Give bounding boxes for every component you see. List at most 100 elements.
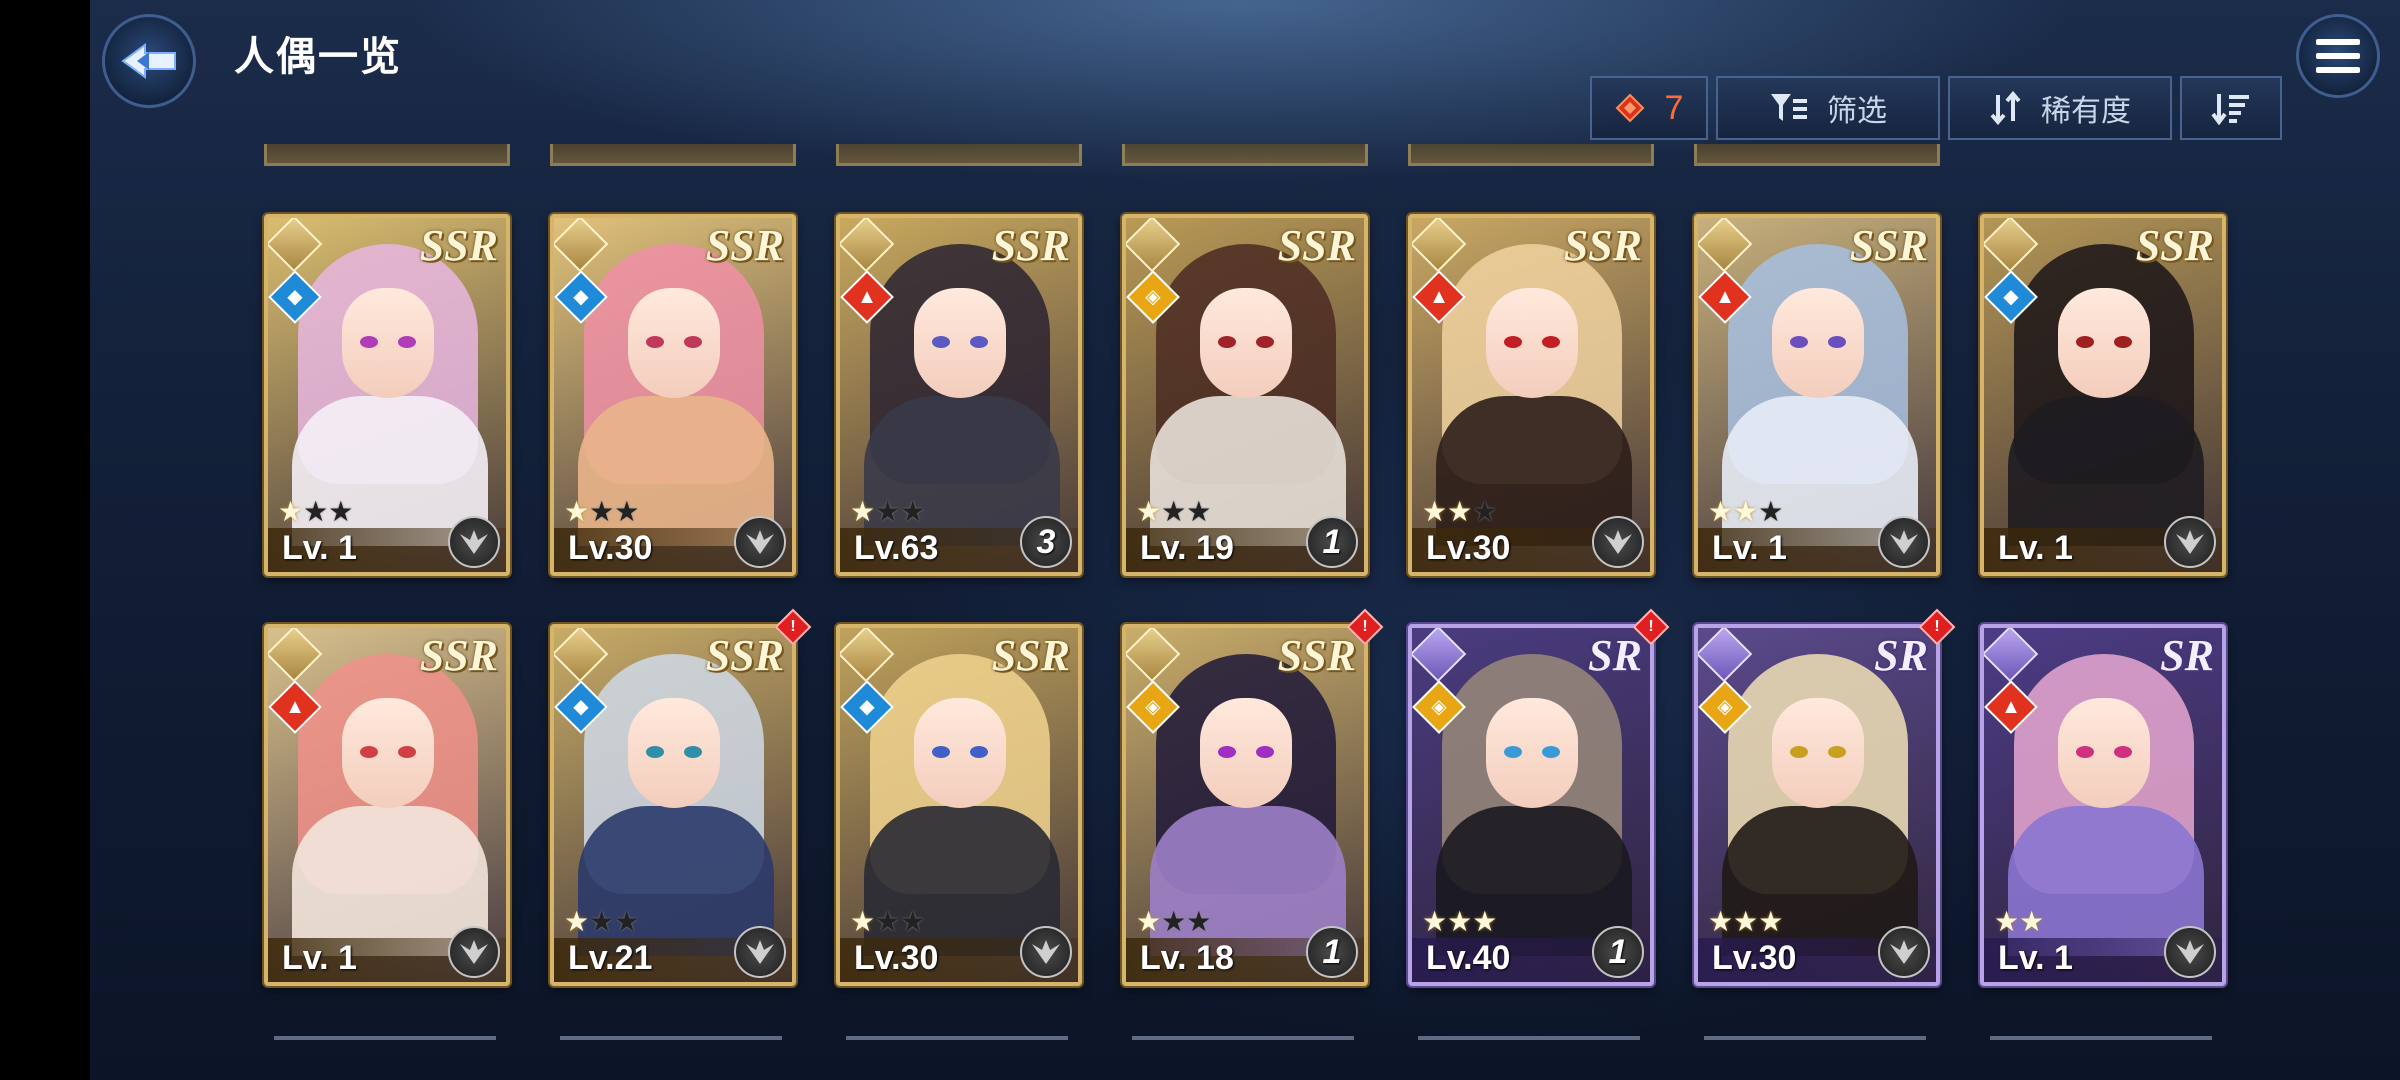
doll-card[interactable]: SSR ◆ ★★★ Lv.30 bbox=[836, 624, 1082, 986]
partial-card-strip bbox=[1990, 1036, 2212, 1040]
star-rating: ★★★ bbox=[564, 495, 639, 528]
back-button[interactable] bbox=[102, 14, 196, 108]
awaken-count-badge: 1 bbox=[1592, 926, 1644, 978]
menu-button[interactable] bbox=[2296, 14, 2380, 98]
doll-card[interactable]: SSR ◆ ★★★ Lv.30 bbox=[550, 214, 796, 576]
rarity-label: SSR bbox=[1277, 221, 1356, 270]
level-label: Lv.30 bbox=[568, 529, 653, 567]
sort-descending-icon bbox=[2211, 94, 2249, 125]
partial-card-strip bbox=[1418, 1036, 1640, 1040]
filter-label: 筛选 bbox=[1827, 95, 1887, 128]
partial-card-strip bbox=[274, 1036, 496, 1040]
sort-order-button[interactable] bbox=[2180, 76, 2282, 140]
doll-card[interactable]: SR ◈ ★★★ Lv.30 bbox=[1694, 624, 1940, 986]
partial-card-strip bbox=[550, 144, 796, 166]
star-filled-icon: ★ bbox=[564, 496, 590, 527]
star-rating: ★★★ bbox=[1708, 905, 1783, 938]
doll-card[interactable]: SSR ▲ ★★★ Lv. 1 bbox=[1694, 214, 1940, 576]
owned-count-button[interactable]: 7 bbox=[1590, 76, 1708, 140]
star-empty-icon: ★ bbox=[614, 906, 640, 937]
star-filled-icon: ★ bbox=[1708, 906, 1734, 937]
doll-card[interactable]: SR ◈ ★★★ Lv.40 1 bbox=[1408, 624, 1654, 986]
doll-card[interactable]: SSR ▲ Lv. 1 bbox=[264, 624, 510, 986]
level-label: Lv. 1 bbox=[1998, 529, 2073, 567]
star-filled-icon: ★ bbox=[1733, 906, 1759, 937]
star-empty-icon: ★ bbox=[900, 906, 926, 937]
rarity-label: SSR bbox=[2135, 221, 2214, 270]
rarity-label: SSR bbox=[705, 221, 784, 270]
filter-button[interactable]: 筛选 bbox=[1716, 76, 1940, 140]
level-label: Lv.21 bbox=[568, 939, 653, 977]
star-empty-icon: ★ bbox=[1161, 496, 1187, 527]
partial-card-strip bbox=[1132, 1036, 1354, 1040]
star-filled-icon: ★ bbox=[1136, 496, 1162, 527]
star-rating: ★★★ bbox=[1136, 495, 1211, 528]
star-filled-icon: ★ bbox=[1136, 906, 1162, 937]
level-label: Lv. 19 bbox=[1140, 529, 1234, 567]
doll-card[interactable]: SSR ◆ ★★★ Lv.21 bbox=[550, 624, 796, 986]
emblem-wings-icon bbox=[448, 516, 500, 568]
level-label: Lv.40 bbox=[1426, 939, 1511, 977]
star-rating: ★★ bbox=[1994, 905, 2044, 938]
awaken-count-badge: 1 bbox=[1306, 926, 1358, 978]
star-empty-icon: ★ bbox=[1186, 496, 1212, 527]
doll-card[interactable]: SR ▲ ★★ Lv. 1 bbox=[1980, 624, 2226, 986]
page-title: 人偶一览 bbox=[234, 35, 402, 79]
partial-card-strip bbox=[846, 1036, 1068, 1040]
doll-card[interactable]: SSR ◈ ★★★ Lv. 19 1 bbox=[1122, 214, 1368, 576]
level-label: Lv. 1 bbox=[282, 939, 357, 977]
star-filled-icon: ★ bbox=[1422, 496, 1448, 527]
back-arrow-icon bbox=[121, 43, 176, 79]
partial-card-strip bbox=[836, 144, 1082, 166]
diamond-icon bbox=[1615, 93, 1644, 123]
awaken-count: 1 bbox=[1608, 932, 1628, 971]
emblem-wings-icon bbox=[734, 516, 786, 568]
emblem-wings-icon bbox=[1592, 516, 1644, 568]
doll-card[interactable]: SSR ◆ Lv. 1 bbox=[1980, 214, 2226, 576]
star-empty-icon: ★ bbox=[1758, 496, 1784, 527]
doll-card[interactable]: SSR ◆ ★★★ Lv. 1 bbox=[264, 214, 510, 576]
star-rating: ★★★ bbox=[1136, 905, 1211, 938]
star-filled-icon: ★ bbox=[1994, 906, 2020, 937]
doll-card[interactable]: SSR ▲ ★★★ Lv.63 3 bbox=[836, 214, 1082, 576]
star-empty-icon: ★ bbox=[328, 496, 354, 527]
level-label: Lv. 1 bbox=[282, 529, 357, 567]
star-empty-icon: ★ bbox=[1186, 906, 1212, 937]
star-filled-icon: ★ bbox=[1447, 496, 1473, 527]
star-rating: ★★★ bbox=[1708, 495, 1783, 528]
owned-count: 7 bbox=[1664, 88, 1684, 127]
rarity-label: 稀有度 bbox=[2041, 95, 2131, 128]
doll-card[interactable]: SSR ▲ ★★★ Lv.30 bbox=[1408, 214, 1654, 576]
rarity-label: SSR bbox=[1563, 221, 1642, 270]
star-empty-icon: ★ bbox=[900, 496, 926, 527]
star-empty-icon: ★ bbox=[589, 496, 615, 527]
partial-card-strip bbox=[1704, 1036, 1926, 1040]
star-filled-icon: ★ bbox=[1447, 906, 1473, 937]
awaken-count-badge: 3 bbox=[1020, 516, 1072, 568]
star-filled-icon: ★ bbox=[1422, 906, 1448, 937]
star-rating: ★★★ bbox=[564, 905, 639, 938]
partial-card-strip bbox=[560, 1036, 782, 1040]
star-empty-icon: ★ bbox=[875, 906, 901, 937]
sort-arrows-icon bbox=[1990, 91, 2021, 125]
rarity-label: SSR bbox=[1849, 221, 1928, 270]
level-label: Lv.30 bbox=[1712, 939, 1797, 977]
hamburger-menu-icon bbox=[2316, 39, 2360, 73]
star-filled-icon: ★ bbox=[1733, 496, 1759, 527]
star-empty-icon: ★ bbox=[614, 496, 640, 527]
star-filled-icon: ★ bbox=[850, 906, 876, 937]
level-label: Lv. 1 bbox=[1712, 529, 1787, 567]
level-label: Lv.63 bbox=[854, 529, 939, 567]
left-black-bar bbox=[0, 0, 90, 1080]
partial-card-strip bbox=[264, 144, 510, 166]
rarity-label: SSR bbox=[419, 221, 498, 270]
doll-card[interactable]: SSR ◈ ★★★ Lv. 18 1 bbox=[1122, 624, 1368, 986]
star-filled-icon: ★ bbox=[850, 496, 876, 527]
partial-card-strip bbox=[1408, 144, 1654, 166]
rarity-label: SSR bbox=[1277, 631, 1356, 680]
sort-rarity-button[interactable]: 稀有度 bbox=[1948, 76, 2172, 140]
star-filled-icon: ★ bbox=[1758, 906, 1784, 937]
rarity-label: SSR bbox=[991, 631, 1070, 680]
level-label: Lv. 1 bbox=[1998, 939, 2073, 977]
emblem-wings-icon bbox=[2164, 926, 2216, 978]
